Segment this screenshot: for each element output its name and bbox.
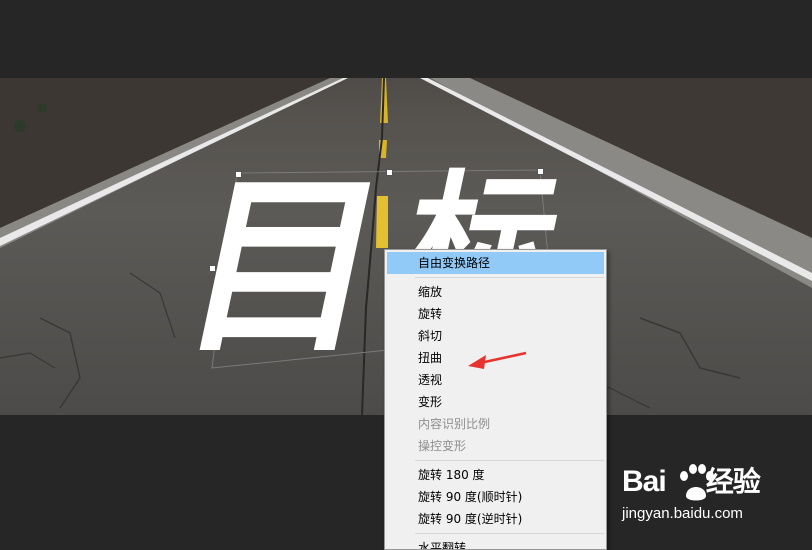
menu-item-rotate-90-cw[interactable]: 旋转 90 度(顺时针) <box>385 486 606 508</box>
baidu-jingyan-watermark: Bai 经验 jingyan.baidu.com <box>622 460 807 530</box>
menu-item-content-aware-scale: 内容识别比例 <box>418 417 491 431</box>
menu-separator <box>415 460 604 461</box>
menu-item-rotate[interactable]: 旋转 <box>385 303 606 325</box>
red-arrow-icon <box>468 351 527 369</box>
watermark-url: jingyan.baidu.com <box>622 505 743 522</box>
watermark-brand-suffix: 经验 <box>705 466 761 497</box>
transform-handle-middle-left[interactable] <box>209 265 216 272</box>
menu-item-perspective[interactable]: 透视 <box>385 369 606 391</box>
menu-item-free-transform-path[interactable]: 自由变换路径 <box>387 252 604 274</box>
menu-item-warp[interactable]: 变形 <box>385 391 606 413</box>
menu-separator <box>415 277 604 278</box>
transform-handle-top-right[interactable] <box>537 168 544 175</box>
workspace-canvas[interactable]: 目 标 自由变换路径 缩放 旋转 斜切 扭曲 透视 变形 内容识别比例 操控变形… <box>0 0 812 550</box>
menu-item-rotate-90-ccw[interactable]: 旋转 90 度(逆时针) <box>385 508 606 530</box>
menu-item-flip-horizontal[interactable]: 水平翻转 <box>385 537 606 549</box>
watermark-brand: Bai 经验 <box>622 460 761 500</box>
menu-item-puppet-warp: 操控变形 <box>418 439 467 453</box>
artwork-char-1: 目 <box>166 157 404 378</box>
menu-item-scale[interactable]: 缩放 <box>385 281 606 303</box>
watermark-brand-text: Bai <box>622 465 667 498</box>
menu-item-rotate-180[interactable]: 旋转 180 度 <box>385 464 606 486</box>
context-menu: 自由变换路径 缩放 旋转 斜切 扭曲 透视 变形 内容识别比例 操控变形 旋转 … <box>384 249 607 550</box>
transform-handle-top-left[interactable] <box>235 171 242 178</box>
menu-item-skew[interactable]: 斜切 <box>385 325 606 347</box>
transform-handle-top-middle[interactable] <box>386 169 393 176</box>
menu-separator <box>415 533 604 534</box>
